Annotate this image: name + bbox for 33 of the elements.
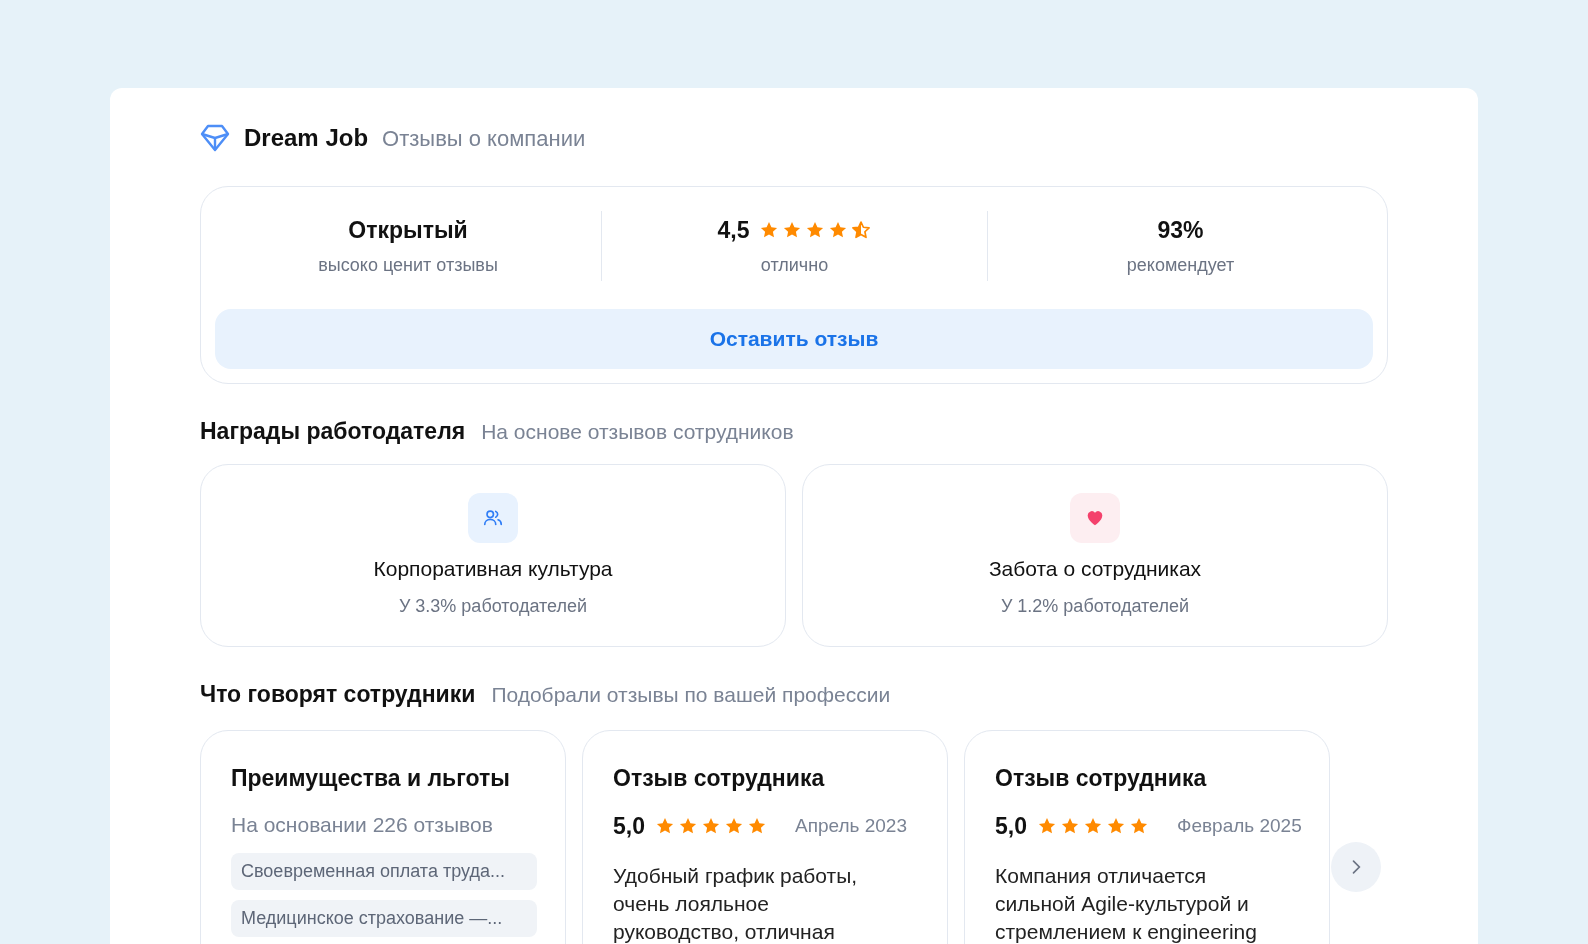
review-date: Февраль 2025: [1177, 814, 1302, 838]
section-title: Что говорят сотрудники: [200, 680, 476, 709]
stat-caption: высоко ценит отзывы: [318, 253, 498, 277]
award-caption: У 3.3% работодателей: [398, 594, 588, 618]
next-arrow-button[interactable]: [1331, 841, 1381, 892]
section-title: Награды работодателя: [200, 416, 466, 446]
people-icon: [468, 493, 518, 543]
leave-review-button[interactable]: Оставить отзыв: [215, 308, 1373, 369]
section-subtitle: На основе отзывов сотрудников: [481, 418, 794, 445]
review-date: Апрель 2023: [795, 814, 907, 838]
review-text: Удобный график работы, очень лояльное руководство, отличная: [613, 862, 859, 944]
brand-name: Dream Job: [244, 123, 369, 153]
stat-value: 4,5: [717, 216, 750, 245]
award-title: Корпоративная культура: [373, 556, 613, 582]
star-icon: [851, 220, 872, 241]
stat-caption: рекомендует: [1126, 253, 1235, 277]
benefit-tag: Медицинское страхование —...: [231, 899, 537, 937]
stat-caption: отлично: [760, 253, 829, 277]
benefit-tag: Своевременная оплата труда...: [231, 852, 537, 890]
award-title: Забота о сотрудниках: [988, 556, 1202, 582]
card-title: Преимущества и льготы: [231, 763, 511, 793]
rating-value: 5,0: [613, 812, 645, 841]
award-caption: У 1.2% работодателей: [1000, 594, 1190, 618]
diamond-logo-icon: [200, 124, 230, 152]
card-title: Отзыв сотрудника: [995, 763, 1208, 793]
page-subtitle: Отзывы о компании: [382, 124, 586, 153]
rating-value: 5,0: [995, 812, 1027, 841]
section-subtitle: Подобрали отзывы по вашей профессии: [491, 682, 891, 708]
stat-value: Открытый: [348, 216, 468, 245]
card-title: Отзыв сотрудника: [613, 763, 826, 793]
card-subtitle: На основании 226 отзывов: [231, 812, 494, 838]
review-text: Компания отличается сильной Agile-культурой и стремлением к engineering: [995, 862, 1258, 944]
stat-value: 93%: [1157, 216, 1204, 245]
